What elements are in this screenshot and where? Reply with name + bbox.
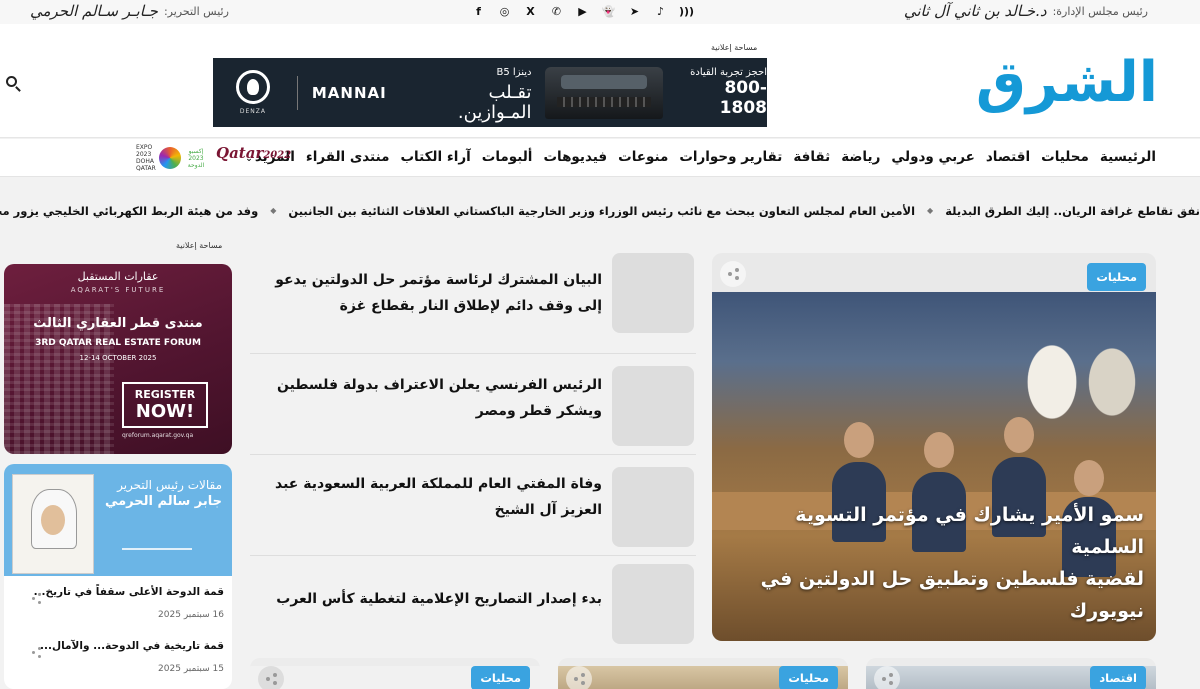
article-title[interactable]: قمة تاريخية في الدوحة... والآمال... <box>14 640 224 652</box>
article-date: 16 سبتمبر 2025 <box>158 610 224 620</box>
search-icon[interactable] <box>4 74 22 92</box>
site-logo[interactable]: الشرق <box>958 38 1160 128</box>
list-item[interactable]: بدء إصدار التصاريح الإعلامية لتغطية كأس … <box>250 556 696 657</box>
editor-portrait <box>12 474 94 574</box>
rss-icon[interactable]: ))) <box>678 3 695 20</box>
ad-label: مساحة إعلانية <box>711 43 758 52</box>
editor-signature: جـابـر سـالم الحرمي <box>30 2 158 20</box>
ad-cta: احجز تجربة القيادة 800-1808 <box>690 67 767 118</box>
news-card[interactable]: محليات <box>558 658 848 689</box>
list-item-title[interactable]: البيان المشترك لرئاسة مؤتمر حل الدولتين … <box>262 267 602 319</box>
editor-banner[interactable]: مقالات رئيس التحرير جابر سالم الحرمي <box>4 464 232 576</box>
thumbnail-image[interactable] <box>612 366 694 446</box>
featured-story[interactable]: محليات سمو الأمير يشارك في مؤتمر التسوية… <box>712 253 1156 641</box>
forum-title: منتدى قطر العقاري الثالث <box>33 316 203 331</box>
x-icon[interactable]: X <box>522 3 539 20</box>
editor-articles-label: مقالات رئيس التحرير <box>117 478 222 492</box>
news-card[interactable]: اقتصاد <box>866 658 1156 689</box>
forum-url: qreforum.aqarat.gov.qa <box>122 432 194 439</box>
news-card[interactable]: محليات <box>250 658 540 689</box>
pen-icon <box>122 520 192 550</box>
news-list: البيان المشترك لرئاسة مؤتمر حل الدولتين … <box>250 253 696 657</box>
register-button[interactable]: REGISTER NOW! <box>122 382 208 428</box>
thumbnail-image[interactable] <box>612 564 694 644</box>
denza-logo: DENZA <box>213 58 293 127</box>
expo-2023-logo[interactable]: EXPO 2023 DOHA QATAR إكسبو 2023 الدوحة <box>136 144 212 172</box>
article-date: 15 سبتمبر 2025 <box>158 664 224 674</box>
forum-date: 12-14 OCTOBER 2025 <box>79 354 157 362</box>
nav-item-reports[interactable]: تقارير وحوارات <box>679 149 782 165</box>
nav-item-local[interactable]: محليات <box>1041 149 1089 165</box>
nav-item-home[interactable]: الرئيسية <box>1100 149 1156 165</box>
nav-list: الرئيسية محليات اقتصاد عربي ودولي رياضة … <box>234 149 1156 165</box>
nav-item-albums[interactable]: ألبومات <box>482 149 533 165</box>
news-ticker: نفق تقاطع غرافة الريان.. إليك الطرق البد… <box>0 195 1200 229</box>
nav-item-videos[interactable]: فيديوهات <box>543 149 607 165</box>
list-item-title[interactable]: الرئيس الفرنسي يعلن الاعتراف بدولة فلسطي… <box>262 372 602 424</box>
list-item[interactable]: وفاة المفتي العام للمملكة العربية السعود… <box>250 455 696 556</box>
facebook-icon[interactable]: f <box>470 3 487 20</box>
car-image <box>545 66 664 119</box>
youtube-icon[interactable]: ▶ <box>574 3 591 20</box>
ticker-item[interactable]: نفق تقاطع غرافة الريان.. إليك الطرق البد… <box>945 204 1200 218</box>
snapchat-icon[interactable]: 👻 <box>600 3 617 20</box>
list-item[interactable]: البيان المشترك لرئاسة مؤتمر حل الدولتين … <box>250 253 696 354</box>
ticker-item[interactable]: الأمين العام لمجلس التعاون يبحث مع نائب … <box>288 204 915 218</box>
ad-slogan: دينزا B5 تقـلب المـوازين. <box>457 66 532 123</box>
list-item-title[interactable]: وفاة المفتي العام للمملكة العربية السعود… <box>262 471 602 523</box>
category-tag[interactable]: محليات <box>1087 263 1146 291</box>
share-icon[interactable] <box>32 592 44 604</box>
whatsapp-icon[interactable]: ✆ <box>548 3 565 20</box>
mannai-logo: MANNAI <box>311 83 387 102</box>
nav-item-misc[interactable]: منوعات <box>618 149 668 165</box>
article-item[interactable]: قمة تاريخية في الدوحة... والآمال... 15 س… <box>14 640 224 674</box>
list-item[interactable]: الرئيس الفرنسي يعلن الاعتراف بدولة فلسطي… <box>250 354 696 455</box>
header-ad-banner[interactable]: DENZA MANNAI دينزا B5 تقـلب المـوازين. ا… <box>213 58 767 127</box>
chairman-label: رئيس مجلس الإدارة: <box>1052 4 1148 18</box>
category-tag[interactable]: محليات <box>471 666 530 689</box>
main-nav: الرئيسية محليات اقتصاد عربي ودولي رياضة … <box>0 139 1200 177</box>
featured-headline[interactable]: سمو الأمير يشارك في مؤتمر التسوية السلمي… <box>724 499 1144 627</box>
instagram-icon[interactable]: ◎ <box>496 3 513 20</box>
list-item-title[interactable]: بدء إصدار التصاريح الإعلامية لتغطية كأس … <box>262 586 602 612</box>
share-icon[interactable] <box>32 646 44 658</box>
category-tag[interactable]: اقتصاد <box>1090 666 1146 689</box>
ticker-separator: ◆ <box>270 206 277 215</box>
forum-ad[interactable]: عقارات المستقبل AQARAT'S FUTURE منتدى قط… <box>4 264 232 454</box>
nav-item-opinions[interactable]: آراء الكتاب <box>400 149 470 165</box>
chairman-info: رئيس مجلس الإدارة: د.خـالد بن ثاني آل ثا… <box>904 2 1148 20</box>
logo-text: الشرق <box>975 50 1160 115</box>
ticker-item[interactable]: وفد من هيئة الربط الكهربائي الخليجي يزور… <box>0 204 258 218</box>
thumbnail-image[interactable] <box>612 467 694 547</box>
site-header: الشرق مساحة إعلانية DENZA MANNAI دينزا B… <box>0 24 1200 138</box>
social-links: f ◎ X ✆ ▶ 👻 ➤ ♪ ))) <box>470 3 695 20</box>
thumbnail-image[interactable] <box>612 253 694 333</box>
ticker-separator: ◆ <box>927 206 934 215</box>
editor-label: رئيس التحرير: <box>163 4 229 18</box>
share-icon[interactable] <box>566 666 592 689</box>
nav-item-economy[interactable]: اقتصاد <box>986 149 1030 165</box>
category-tag[interactable]: محليات <box>779 666 838 689</box>
article-title[interactable]: قمة الدوحة الأعلى سقفاً في تاريخ... <box>14 586 224 598</box>
editor-name: جابر سالم الحرمي <box>104 494 222 509</box>
ad-label: مساحة إعلانية <box>176 241 223 250</box>
tiktok-icon[interactable]: ♪ <box>652 3 669 20</box>
nav-item-readers[interactable]: منتدى القراء <box>306 149 390 165</box>
nav-item-sports[interactable]: رياضة <box>841 149 880 165</box>
editor-info: رئيس التحرير: جـابـر سـالم الحرمي <box>30 2 229 20</box>
telegram-icon[interactable]: ➤ <box>626 3 643 20</box>
editor-articles: مقالات رئيس التحرير جابر سالم الحرمي قمة… <box>4 464 232 689</box>
share-icon[interactable] <box>720 261 746 287</box>
share-icon[interactable] <box>258 666 284 689</box>
qatar-2022-logo[interactable]: Qatar2022 <box>216 144 292 172</box>
top-bar: رئيس مجلس الإدارة: د.خـالد بن ثاني آل ثا… <box>0 0 1200 24</box>
chairman-signature: د.خـالد بن ثاني آل ثاني <box>903 2 1047 20</box>
share-icon[interactable] <box>874 666 900 689</box>
forum-title-en: 3RD QATAR REAL ESTATE FORUM <box>35 338 201 348</box>
article-item[interactable]: قمة الدوحة الأعلى سقفاً في تاريخ... 16 س… <box>14 586 224 620</box>
nav-item-culture[interactable]: ثقافة <box>793 149 830 165</box>
nav-item-world[interactable]: عربي ودولي <box>891 149 975 165</box>
